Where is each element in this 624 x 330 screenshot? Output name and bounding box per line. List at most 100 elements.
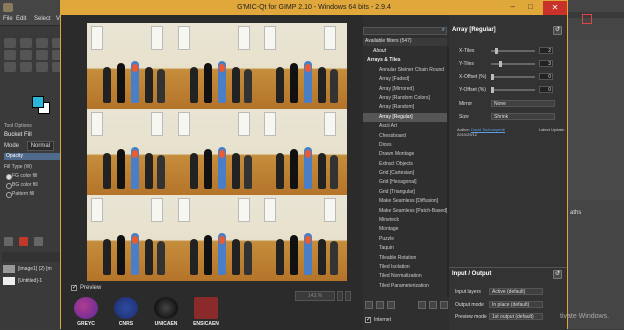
- internet-toggle[interactable]: Internet: [365, 316, 391, 323]
- filter-category[interactable]: About: [363, 47, 447, 56]
- menu-edit[interactable]: Edit: [16, 16, 26, 22]
- size-row: Size Shrink: [459, 112, 567, 121]
- mirror-select[interactable]: None: [491, 100, 555, 107]
- reset-parameters-icon[interactable]: ↺: [553, 26, 562, 35]
- size-select[interactable]: Shrink: [491, 113, 555, 120]
- settings-icon[interactable]: [387, 301, 395, 309]
- expand-icon[interactable]: [418, 301, 426, 309]
- x-offset-spinbox[interactable]: 0: [539, 73, 553, 80]
- y-tiles-spinbox[interactable]: 3: [539, 60, 553, 67]
- filter-item[interactable]: Grid [Cartesian]: [363, 169, 447, 178]
- update-filters-icon[interactable]: [376, 301, 384, 309]
- tool-options-tab[interactable]: Tool Options: [4, 123, 32, 129]
- filter-item[interactable]: Puzzle: [363, 235, 447, 244]
- slider-knob[interactable]: [495, 47, 499, 54]
- filter-item[interactable]: Tiled Isolation: [363, 263, 447, 272]
- move-tool-icon[interactable]: [4, 38, 16, 48]
- preview-toggle[interactable]: Preview: [71, 284, 101, 291]
- y-offset-spinbox[interactable]: 0: [539, 86, 553, 93]
- download-icon[interactable]: [440, 301, 448, 309]
- rect-select-tool-icon[interactable]: [20, 38, 32, 48]
- menu-file[interactable]: File: [3, 16, 13, 22]
- bucket-fill-tool-icon[interactable]: [20, 62, 32, 72]
- y-offset-label: Y-Offset (%): [459, 86, 486, 93]
- slider-knob[interactable]: [491, 86, 494, 93]
- filter-item[interactable]: Taquin: [363, 244, 447, 253]
- filter-item[interactable]: Mineteck: [363, 216, 447, 225]
- tool-options-buttons: [4, 237, 43, 246]
- filter-item[interactable]: Annular Steiner Chain Round: [363, 66, 447, 75]
- zoom-in-icon[interactable]: [337, 291, 343, 301]
- zoom-out-icon[interactable]: [345, 291, 351, 301]
- filter-item[interactable]: Ascii Art: [363, 122, 447, 131]
- delete-icon[interactable]: [429, 301, 437, 309]
- preview-tile: [260, 23, 347, 109]
- maximize-button[interactable]: □: [528, 3, 533, 11]
- rotate-tool-icon[interactable]: [20, 50, 32, 60]
- preview-mode-select[interactable]: 1st output (default): [489, 313, 543, 320]
- close-button[interactable]: ✕: [543, 1, 567, 15]
- reset-icon[interactable]: [19, 237, 28, 246]
- filter-item[interactable]: Make Seamless [Patch-Based]: [363, 207, 447, 216]
- opacity-slider[interactable]: Opacity: [4, 153, 66, 160]
- input-layers-row: Input layers Active (default): [455, 288, 565, 295]
- minimize-button[interactable]: –: [511, 3, 515, 11]
- slider-knob[interactable]: [499, 60, 503, 67]
- filter-item[interactable]: Grid [Triangular]: [363, 188, 447, 197]
- foreground-color-swatch[interactable]: [32, 96, 44, 108]
- reset-io-icon[interactable]: ↺: [553, 270, 562, 279]
- parameters-panel: Array [Regular] ↺ X-Tiles 2 Y-Tiles 3 X-…: [449, 15, 567, 330]
- internet-label: Internet: [374, 317, 391, 323]
- input-layers-select[interactable]: Active (default): [489, 288, 543, 295]
- image-list-item[interactable]: [image1] (2) [m: [3, 265, 52, 273]
- filter-item[interactable]: Tiled Parameterization: [363, 282, 447, 291]
- y-tiles-slider[interactable]: [491, 60, 535, 67]
- filter-item[interactable]: Dices: [363, 141, 447, 150]
- lasso-tool-icon[interactable]: [36, 38, 48, 48]
- filter-item[interactable]: Array [Random]: [363, 103, 447, 112]
- text-tool-icon[interactable]: [4, 62, 16, 72]
- filter-item[interactable]: Array [Faded]: [363, 75, 447, 84]
- filter-item[interactable]: Drawn Montage: [363, 150, 447, 159]
- preview-checkbox[interactable]: [71, 284, 77, 291]
- filter-item[interactable]: Make Seamless [Diffusion]: [363, 197, 447, 206]
- menu-select[interactable]: Select: [34, 16, 51, 22]
- preview-image[interactable]: [87, 23, 347, 281]
- restore-icon[interactable]: [34, 237, 43, 246]
- filter-search-input[interactable]: ⌕: [363, 27, 447, 35]
- mode-select[interactable]: Normal: [26, 141, 55, 151]
- favorite-icon[interactable]: [365, 301, 373, 309]
- bg-color-fill-radio[interactable]: BG color fill: [4, 181, 38, 190]
- preview-tile: [173, 109, 261, 195]
- slider-knob[interactable]: [491, 73, 494, 80]
- filter-item[interactable]: Array [Regular]: [363, 112, 447, 123]
- x-offset-slider[interactable]: [491, 73, 535, 80]
- y-offset-slider[interactable]: [491, 86, 535, 93]
- mode-row: Mode Normal: [4, 141, 55, 151]
- x-tiles-slider[interactable]: [491, 47, 535, 54]
- filter-item[interactable]: Tiled Normalization: [363, 272, 447, 281]
- filter-item[interactable]: Grid [Hexagonal]: [363, 178, 447, 187]
- filter-category[interactable]: Arrays & Tiles: [363, 56, 447, 65]
- filter-item[interactable]: Array [Mirrored]: [363, 85, 447, 94]
- save-preset-icon[interactable]: [4, 237, 13, 246]
- paths-tab-label[interactable]: aths: [570, 210, 581, 216]
- author-line: Author: David Tschumperlé 2010/29/12: [457, 127, 505, 137]
- image-list-item[interactable]: [Untitled]-1: [3, 277, 42, 285]
- warp-tool-icon[interactable]: [36, 50, 48, 60]
- filter-item[interactable]: Chessboard: [363, 132, 447, 141]
- zoom-field[interactable]: 143.%: [295, 291, 335, 301]
- x-tiles-spinbox[interactable]: 2: [539, 47, 553, 54]
- filter-item[interactable]: Montage: [363, 225, 447, 234]
- paintbrush-tool-icon[interactable]: [36, 62, 48, 72]
- fg-color-fill-radio[interactable]: FG color fill: [4, 172, 38, 181]
- output-mode-select[interactable]: In place (default): [489, 301, 543, 308]
- filter-item[interactable]: Array [Random Colors]: [363, 94, 447, 103]
- filter-item[interactable]: Extract Objects: [363, 160, 447, 169]
- filter-item[interactable]: Tileable Rotation: [363, 254, 447, 263]
- bucket-fill-title: Bucket Fill: [4, 132, 32, 138]
- preview-tile: [87, 195, 174, 281]
- internet-checkbox[interactable]: [365, 316, 371, 323]
- crop-tool-icon[interactable]: [4, 50, 16, 60]
- pattern-fill-radio[interactable]: Pattern fill: [4, 190, 38, 199]
